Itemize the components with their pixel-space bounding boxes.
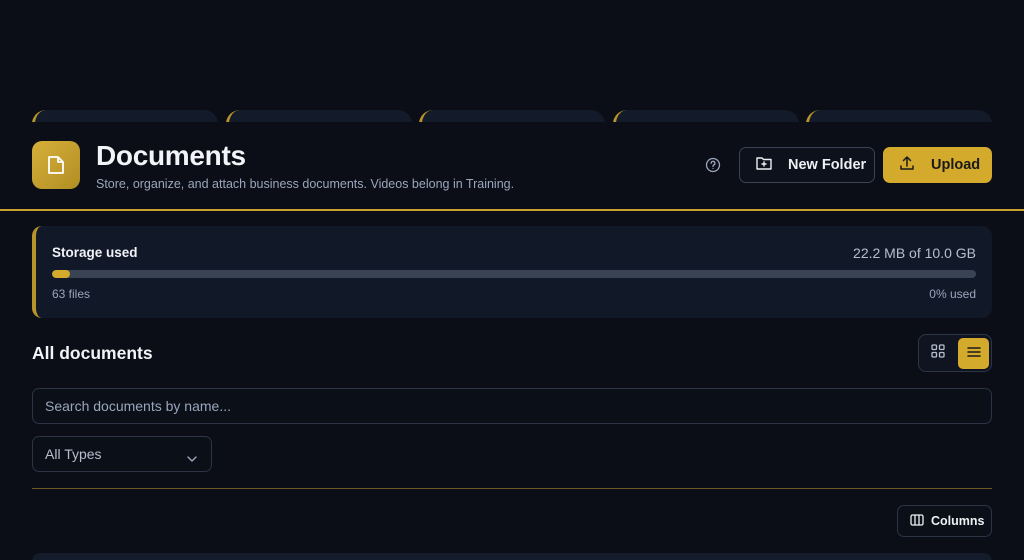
- columns-icon: [910, 513, 924, 529]
- storage-percent: 0% used: [929, 287, 976, 301]
- top-card: [419, 110, 605, 122]
- type-filter-select[interactable]: All Types: [32, 436, 212, 472]
- help-circle-icon[interactable]: [705, 157, 721, 173]
- view-toggle: [918, 334, 992, 372]
- top-card-strip: [32, 110, 992, 122]
- top-card: [613, 110, 799, 122]
- columns-button[interactable]: Columns: [897, 505, 992, 537]
- top-card: [806, 110, 992, 122]
- upload-button[interactable]: Upload: [883, 147, 992, 183]
- storage-progress-bar: [52, 270, 976, 278]
- new-folder-label: New Folder: [788, 157, 867, 173]
- page-title: Documents: [96, 140, 246, 171]
- list-view-button[interactable]: [958, 338, 989, 369]
- search-input[interactable]: [32, 388, 992, 424]
- top-card: [226, 110, 412, 122]
- section-divider: [32, 488, 992, 489]
- storage-file-count: 63 files: [52, 287, 91, 301]
- top-card: [32, 110, 218, 122]
- page-header: Documents Store, organize, and attach bu…: [0, 122, 1024, 211]
- file-icon: [32, 141, 80, 189]
- upload-label: Upload: [931, 157, 981, 173]
- storage-card: Storage used 22.2 MB of 10.0 GB 63 files…: [32, 226, 992, 318]
- grid-view-button[interactable]: [922, 338, 953, 369]
- storage-amount: 22.2 MB of 10.0 GB: [853, 245, 976, 261]
- storage-label: Storage used: [52, 245, 138, 260]
- page-subtitle: Store, organize, and attach business doc…: [96, 177, 515, 191]
- chevron-down-icon: [187, 449, 197, 465]
- grid-icon: [930, 344, 945, 363]
- section-title: All documents: [32, 343, 153, 363]
- upload-icon: [899, 155, 915, 175]
- columns-label: Columns: [931, 514, 985, 528]
- storage-progress-fill: [52, 270, 71, 278]
- new-folder-button[interactable]: New Folder: [739, 147, 875, 183]
- list-icon: [966, 345, 981, 363]
- type-filter-value: All Types: [45, 446, 102, 462]
- folder-plus-icon: [756, 156, 772, 174]
- documents-table: [32, 553, 992, 560]
